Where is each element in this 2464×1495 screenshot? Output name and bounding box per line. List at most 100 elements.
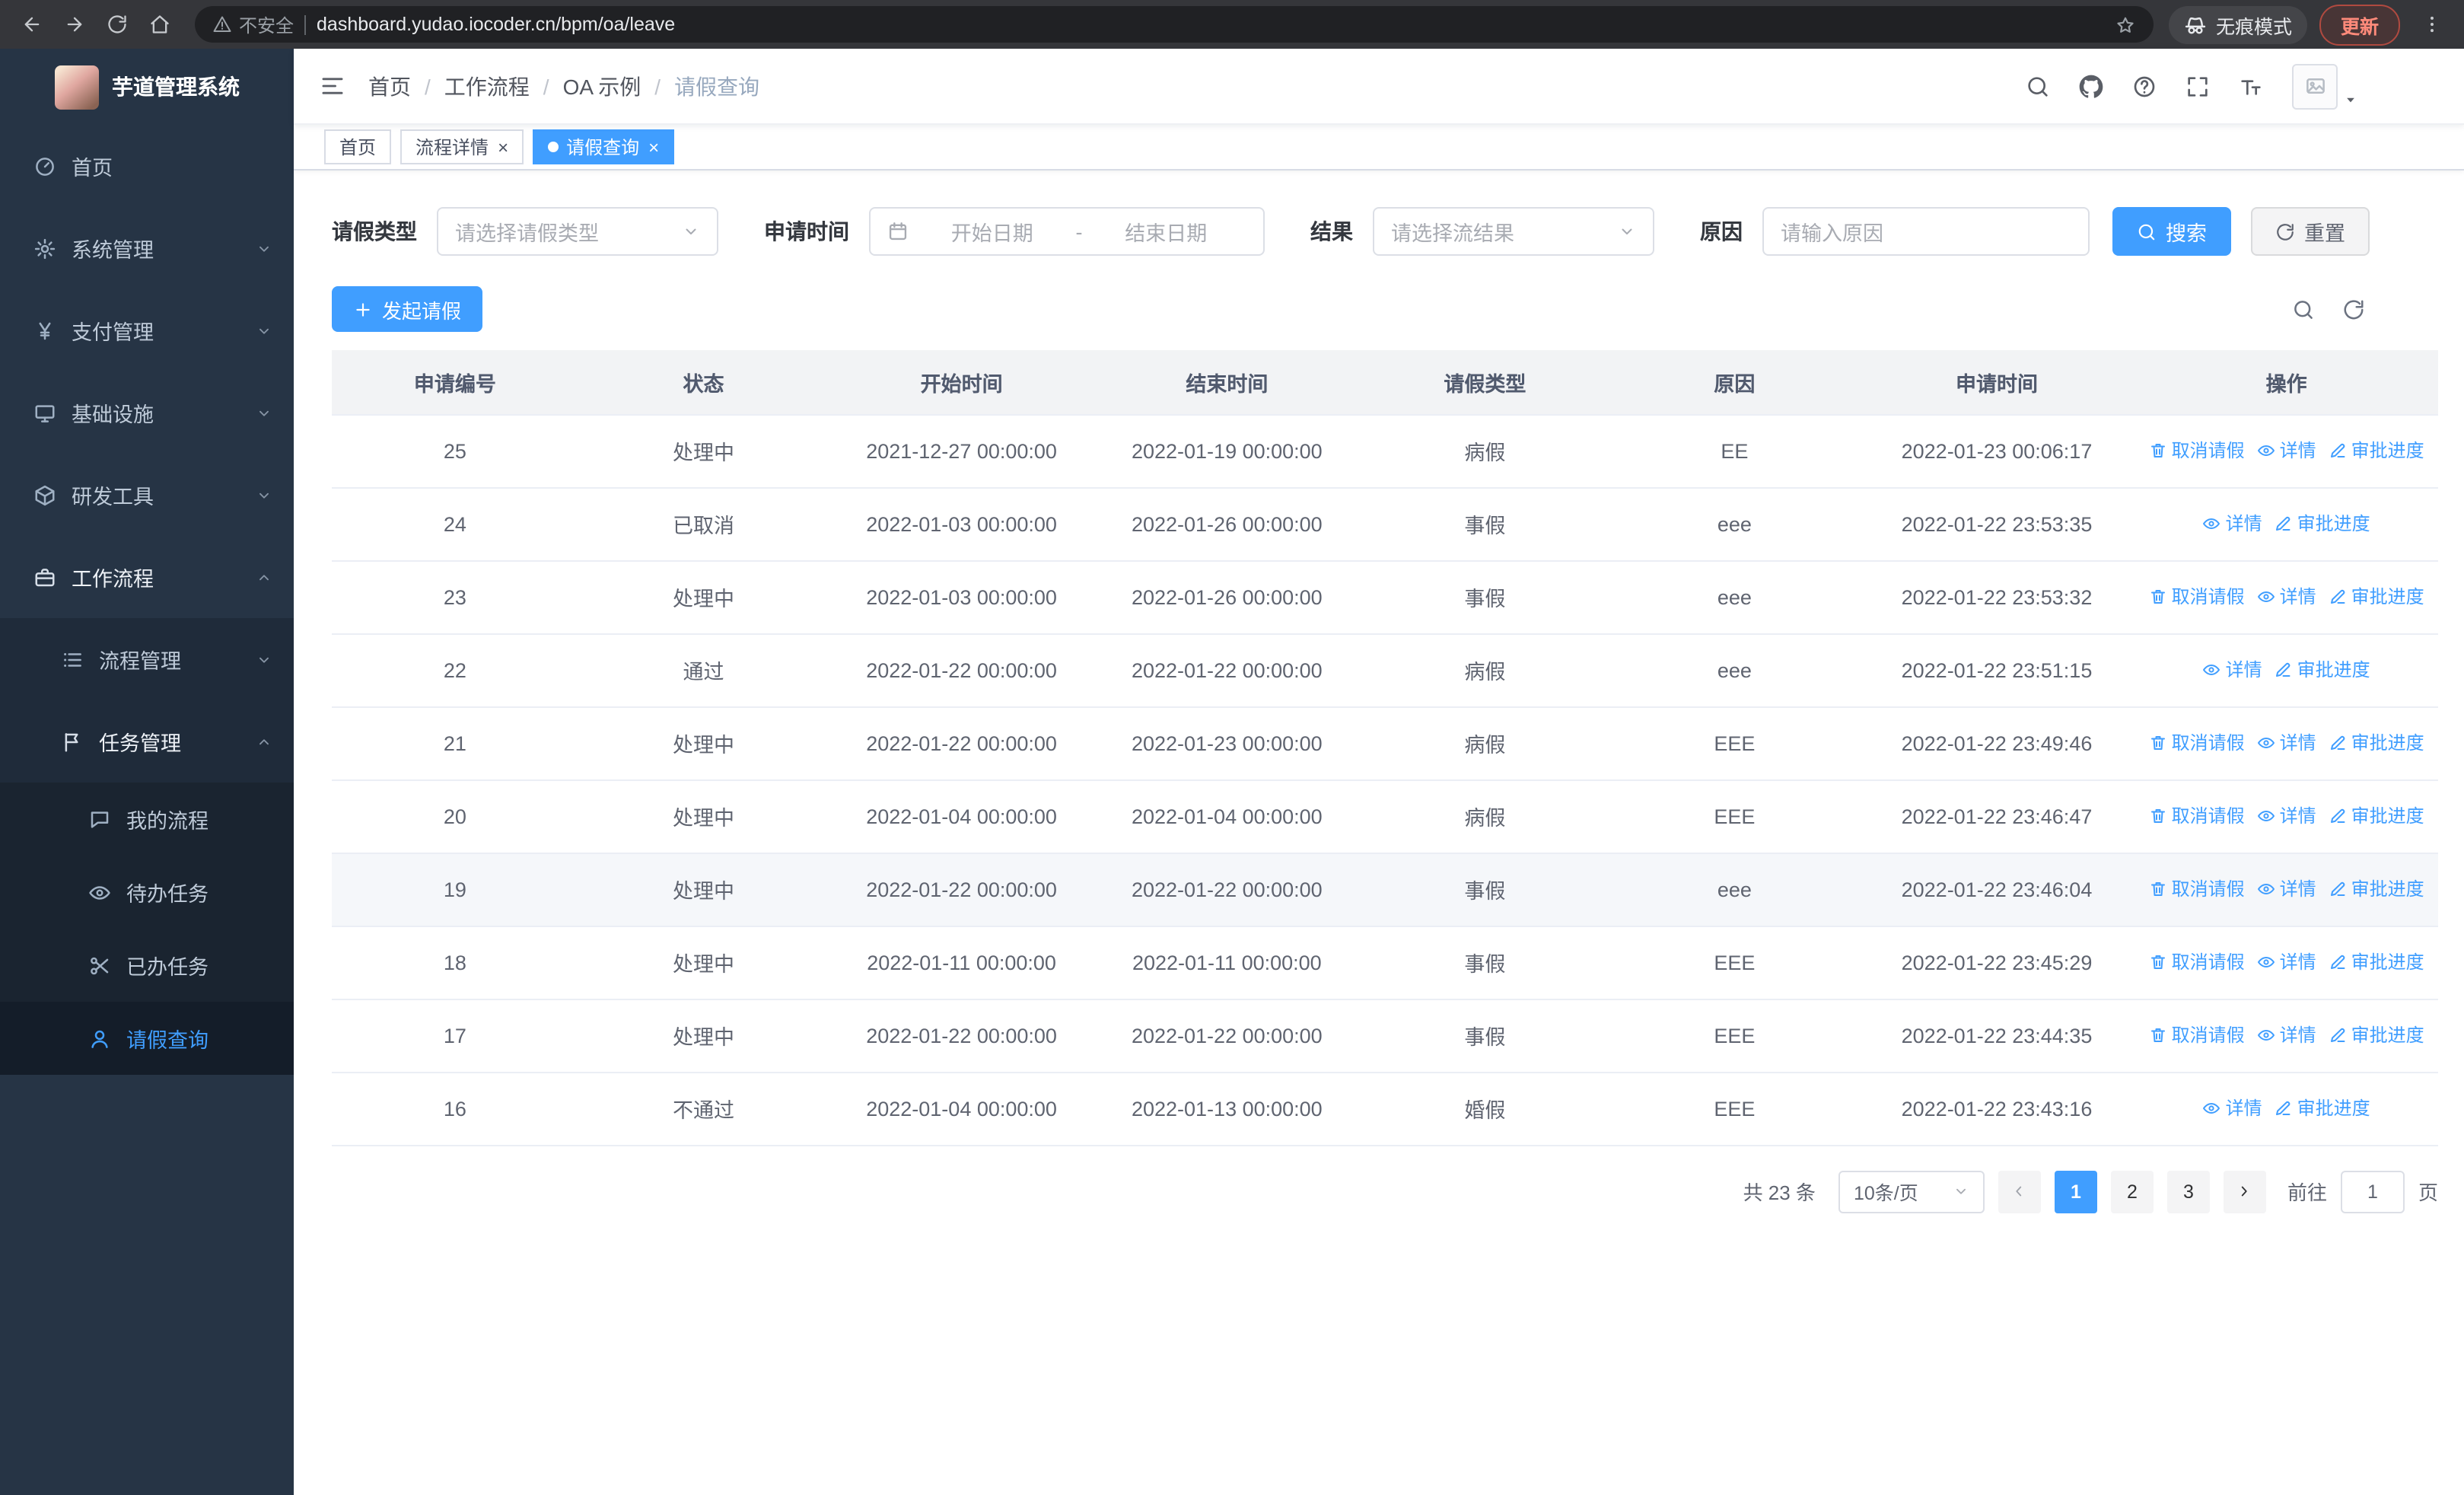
font-size-icon[interactable] — [2239, 74, 2263, 98]
reset-button[interactable]: 重置 — [2251, 207, 2370, 256]
search-button[interactable]: 搜索 — [2112, 207, 2231, 256]
cell-leave-type: 病假 — [1359, 779, 1611, 853]
sidebar-item[interactable]: 研发工具 — [0, 454, 294, 536]
sidebar-item[interactable]: 待办任务 — [0, 856, 294, 929]
view-tab[interactable]: 请假查询 × — [533, 129, 675, 164]
approval-progress-link[interactable]: 审批进度 — [2275, 657, 2370, 683]
sidebar-item[interactable]: 任务管理 — [0, 700, 294, 783]
leave-type-select[interactable]: 请选择请假类型 — [437, 207, 718, 256]
apply-time-range-picker[interactable]: 开始日期 - 结束日期 — [869, 207, 1265, 256]
reason-input[interactable]: 请输入原因 — [1762, 207, 2090, 256]
cancel-leave-link[interactable]: 取消请假 — [2149, 876, 2245, 902]
sidebar-item[interactable]: 支付管理 — [0, 289, 294, 371]
cell-leave-type: 事假 — [1359, 853, 1611, 926]
help-icon[interactable] — [2132, 74, 2157, 98]
sidebar-item[interactable]: 基础设施 — [0, 371, 294, 454]
page-button[interactable]: 2 — [2110, 1170, 2154, 1213]
view-icon — [2257, 953, 2275, 971]
detail-link[interactable]: 详情 — [2257, 730, 2316, 756]
detail-link[interactable]: 详情 — [2203, 657, 2262, 683]
cell-end-time: 2022-01-04 00:00:00 — [1094, 779, 1360, 853]
detail-link[interactable]: 详情 — [2203, 511, 2262, 537]
url-text[interactable]: dashboard.yudao.iocoder.cn/bpm/oa/leave — [317, 14, 2105, 35]
browser-menu-button[interactable] — [2412, 5, 2452, 44]
cancel-leave-link[interactable]: 取消请假 — [2149, 949, 2245, 975]
detail-link[interactable]: 详情 — [2257, 949, 2316, 975]
cancel-leave-link[interactable]: 取消请假 — [2149, 438, 2245, 464]
page-size-select[interactable]: 10条/页 — [1838, 1170, 1985, 1213]
page-button[interactable]: 1 — [2054, 1170, 2097, 1213]
sidebar-item[interactable]: 工作流程 — [0, 536, 294, 618]
app-logo[interactable]: 芋道管理系统 — [0, 49, 294, 125]
reload-button[interactable] — [97, 5, 137, 44]
sidebar-item[interactable]: 我的流程 — [0, 783, 294, 856]
breadcrumb-item[interactable]: 工作流程 — [444, 71, 530, 101]
cancel-leave-link[interactable]: 取消请假 — [2149, 584, 2245, 610]
approval-progress-link[interactable]: 审批进度 — [2275, 511, 2370, 537]
detail-link[interactable]: 详情 — [2257, 1022, 2316, 1048]
page-button[interactable]: 3 — [2166, 1170, 2210, 1213]
delete-icon — [2149, 734, 2167, 752]
prev-page-button[interactable] — [1998, 1170, 2041, 1213]
delete-icon — [2149, 953, 2167, 971]
address-bar[interactable]: 不安全 dashboard.yudao.iocoder.cn/bpm/oa/le… — [195, 6, 2154, 43]
cancel-leave-link[interactable]: 取消请假 — [2149, 730, 2245, 756]
approval-progress-link[interactable]: 审批进度 — [2329, 803, 2424, 829]
leave-type-placeholder: 请选择请假类型 — [455, 222, 599, 245]
sidebar-item[interactable]: 请假查询 — [0, 1002, 294, 1075]
sidebar-item[interactable]: 系统管理 — [0, 207, 294, 289]
monitor-icon — [33, 401, 56, 424]
cancel-leave-link[interactable]: 取消请假 — [2149, 803, 2245, 829]
close-tab-icon[interactable]: × — [498, 138, 508, 156]
update-button[interactable]: 更新 — [2319, 4, 2400, 45]
breadcrumb-item[interactable]: OA 示例 — [563, 71, 641, 101]
security-chip[interactable]: 不安全 — [213, 11, 294, 37]
github-icon[interactable] — [2079, 74, 2103, 98]
user-menu[interactable] — [2292, 63, 2357, 109]
bookmark-star-icon[interactable] — [2115, 14, 2135, 34]
cell-status: 不通过 — [578, 1072, 829, 1146]
view-tab[interactable]: 首页 — [324, 129, 392, 164]
search-icon[interactable] — [2026, 74, 2050, 98]
detail-link[interactable]: 详情 — [2257, 584, 2316, 610]
refresh-table-icon[interactable] — [2342, 298, 2365, 320]
toggle-search-icon[interactable] — [2292, 298, 2315, 320]
forward-button[interactable] — [55, 5, 94, 44]
goto-page-input[interactable] — [2340, 1170, 2405, 1213]
approval-progress-link[interactable]: 审批进度 — [2329, 730, 2424, 756]
reason-label: 原因 — [1700, 219, 1743, 244]
eye-icon — [88, 881, 111, 904]
approval-progress-link[interactable]: 审批进度 — [2329, 949, 2424, 975]
sidebar-menu: 首页 系统管理 支付管理 基础设施研发工具工作流程 流程管理 任务管理 我的流程 待办任务 已办… — [0, 125, 294, 1495]
create-leave-button[interactable]: 发起请假 — [332, 286, 483, 332]
home-button[interactable] — [140, 5, 180, 44]
breadcrumb-item[interactable]: 首页 — [368, 71, 411, 101]
cancel-leave-link[interactable]: 取消请假 — [2149, 1022, 2245, 1048]
approval-progress-link[interactable]: 审批进度 — [2329, 438, 2424, 464]
approval-progress-link[interactable]: 审批进度 — [2329, 876, 2424, 902]
approval-progress-link[interactable]: 审批进度 — [2275, 1095, 2370, 1121]
view-tab[interactable]: 流程详情 × — [400, 129, 524, 164]
sidebar-item[interactable]: 已办任务 — [0, 929, 294, 1002]
fullscreen-icon[interactable] — [2185, 74, 2210, 98]
detail-link[interactable]: 详情 — [2257, 876, 2316, 902]
sidebar-item[interactable]: 首页 — [0, 125, 294, 207]
sidebar-item[interactable]: 流程管理 — [0, 618, 294, 700]
sidebar-collapse-button[interactable] — [294, 73, 368, 99]
action-label: 审批进度 — [2351, 732, 2424, 754]
result-select[interactable]: 请选择流结果 — [1373, 207, 1654, 256]
date-range-separator: - — [1075, 220, 1083, 243]
detail-link[interactable]: 详情 — [2257, 438, 2316, 464]
detail-link[interactable]: 详情 — [2203, 1095, 2262, 1121]
detail-link[interactable]: 详情 — [2257, 803, 2316, 829]
incognito-label: 无痕模式 — [2215, 16, 2292, 37]
back-button[interactable] — [12, 5, 52, 44]
approval-progress-link[interactable]: 审批进度 — [2329, 584, 2424, 610]
sidebar-item-label: 研发工具 — [72, 486, 154, 508]
cell-leave-type: 病假 — [1359, 706, 1611, 780]
close-tab-icon[interactable]: × — [648, 138, 659, 156]
chevron-down-icon — [1618, 222, 1636, 241]
column-header: 开始时间 — [829, 350, 1094, 415]
approval-progress-link[interactable]: 审批进度 — [2329, 1022, 2424, 1048]
next-page-button[interactable] — [2223, 1170, 2266, 1213]
